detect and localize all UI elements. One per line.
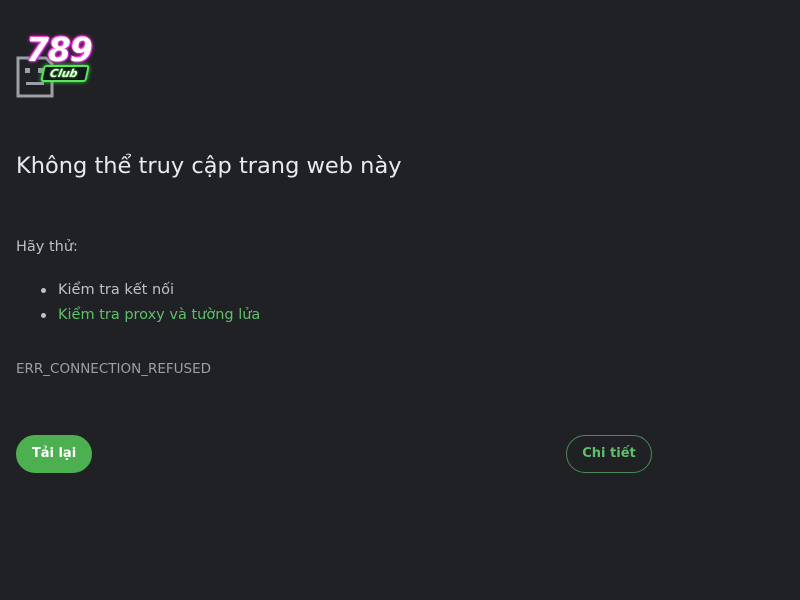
error-code: ERR_CONNECTION_REFUSED: [16, 361, 211, 377]
suggestion-check-proxy-firewall[interactable]: Kiểm tra proxy và tường lửa: [16, 303, 260, 328]
check-proxy-firewall-link[interactable]: Kiểm tra proxy và tường lửa: [58, 307, 260, 323]
suggestions-heading: Hãy thử:: [16, 239, 78, 255]
brand-logo-number: 789: [26, 30, 93, 69]
brand-logo-word: Club: [40, 65, 90, 82]
page-title: Không thể truy cập trang web này: [16, 153, 402, 179]
brand-logo: 789 Club: [22, 30, 100, 86]
details-button[interactable]: Chi tiết: [566, 435, 652, 473]
reload-button[interactable]: Tải lại: [16, 435, 92, 473]
error-page: 789 Club Không thể truy cập trang web nà…: [0, 0, 800, 600]
suggestion-label: Kiểm tra kết nối: [58, 282, 175, 298]
suggestions-list: Kiểm tra kết nối Kiểm tra proxy và tường…: [16, 278, 260, 328]
suggestion-check-connection: Kiểm tra kết nối: [16, 278, 260, 303]
